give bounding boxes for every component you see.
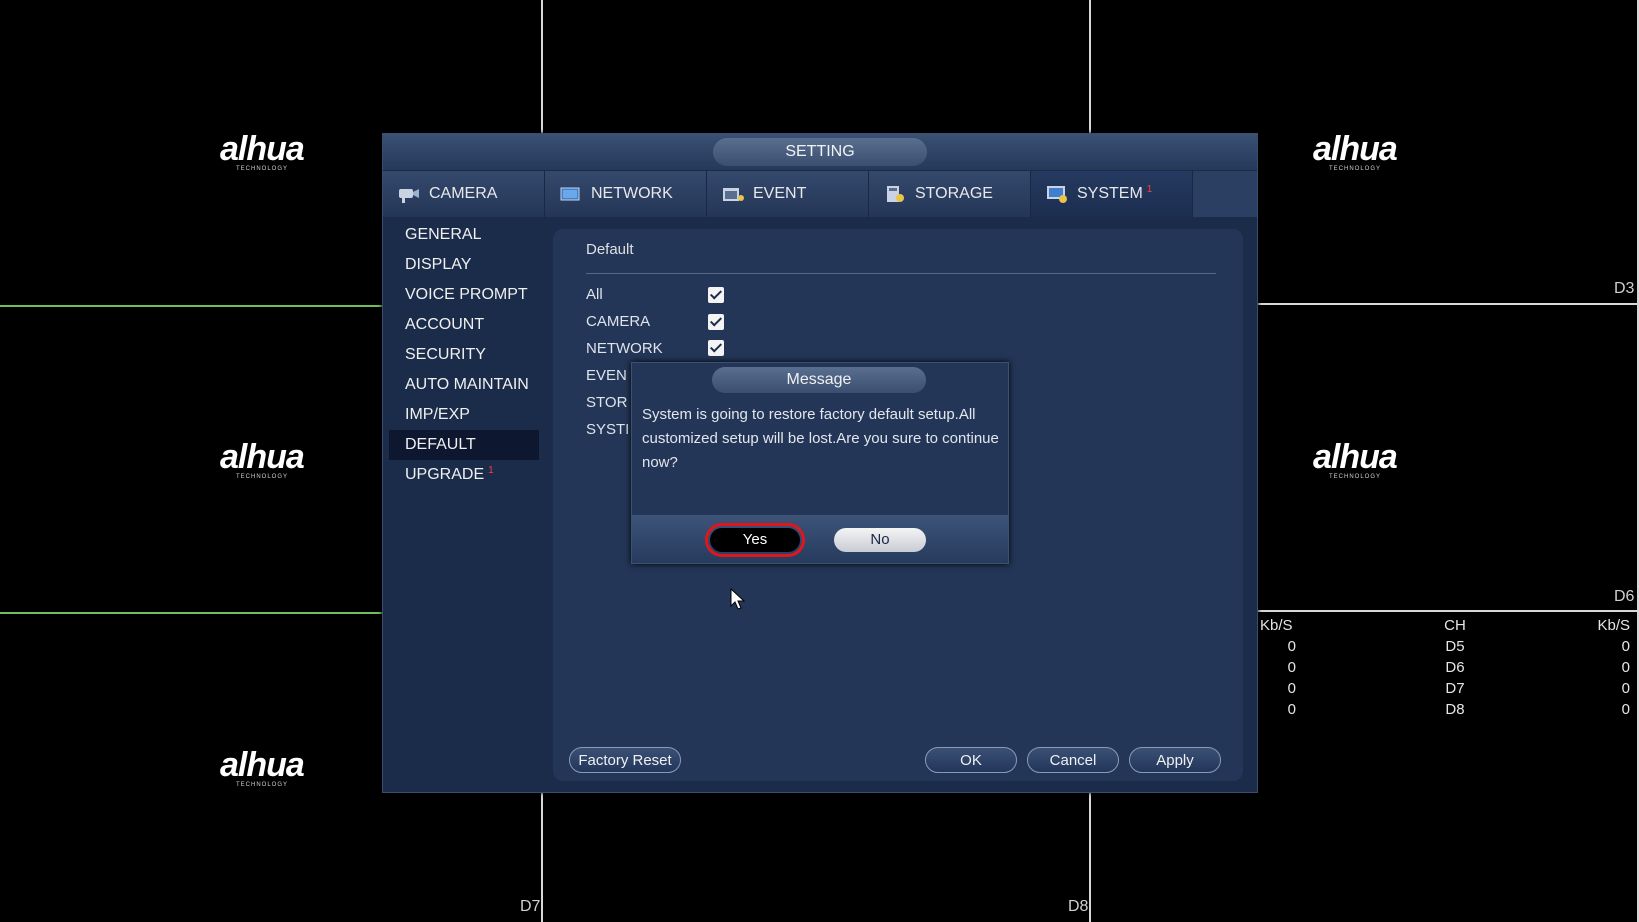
tab-label-text: SYSTEM: [1077, 185, 1143, 202]
logo-text: alhua: [220, 438, 305, 476]
logo-text: alhua: [1313, 130, 1398, 168]
camera-icon: [399, 189, 419, 203]
grid-line: [1089, 792, 1091, 922]
sidebar-menu: GENERAL DISPLAY VOICE PROMPT ACCOUNT SEC…: [389, 220, 539, 490]
tab-camera[interactable]: CAMERA: [383, 171, 545, 217]
stats-header-row: Kb/S CH Kb/S: [1260, 617, 1630, 638]
logo-subtext: TECHNOLOGY: [1329, 474, 1382, 480]
notification-badge: 1: [488, 465, 494, 476]
tab-label: CAMERA: [429, 185, 498, 202]
apply-button[interactable]: Apply: [1129, 747, 1221, 773]
yes-button[interactable]: Yes: [705, 523, 805, 557]
dvr-screen: alhua TECHNOLOGY alhua TECHNOLOGY alhua …: [0, 0, 1639, 922]
stats-cell: 0: [1287, 701, 1296, 718]
sidebar-item-imp-exp[interactable]: IMP/EXP: [389, 400, 539, 430]
no-button[interactable]: No: [834, 528, 926, 552]
tab-label: STORAGE: [915, 185, 993, 202]
grid-line: [0, 305, 382, 307]
stats-cell: 0: [1621, 659, 1630, 676]
dahua-logo: alhua TECHNOLOGY: [1313, 130, 1433, 178]
checkbox-network[interactable]: [708, 340, 724, 356]
sidebar-item-security[interactable]: SECURITY: [389, 340, 539, 370]
divider: [586, 273, 1216, 274]
logo-subtext: TECHNOLOGY: [1329, 166, 1382, 172]
mouse-cursor-icon: [730, 588, 746, 610]
event-icon: [723, 188, 744, 201]
stats-row: 0 D5 0: [1260, 638, 1630, 659]
message-text: System is going to restore factory defau…: [642, 406, 999, 471]
tab-label: SYSTEM 1: [1077, 171, 1152, 219]
grid-line: [541, 792, 543, 922]
stats-cell: 0: [1621, 638, 1630, 655]
sidebar-item-display[interactable]: DISPLAY: [389, 250, 539, 280]
sidebar-item-general[interactable]: GENERAL: [389, 220, 539, 250]
grid-line: [1089, 0, 1091, 133]
stats-row: 0 D8 0: [1260, 701, 1630, 722]
tab-label: NETWORK: [591, 185, 673, 202]
logo-text: alhua: [220, 746, 305, 784]
grid-line: [1256, 303, 1639, 305]
tab-label: EVENT: [753, 185, 807, 202]
message-dialog: Message System is going to restore facto…: [631, 362, 1009, 564]
stats-row: 0 D7 0: [1260, 680, 1630, 701]
logo-subtext: TECHNOLOGY: [236, 474, 289, 480]
logo-text: alhua: [220, 130, 305, 168]
setting-titlebar: SETTING: [383, 134, 1257, 170]
dahua-logo: alhua TECHNOLOGY: [220, 438, 340, 486]
stats-cell: D5: [1445, 638, 1465, 655]
grid-line: [0, 612, 382, 614]
grid-line: [1256, 610, 1639, 612]
stats-header: Kb/S: [1260, 617, 1293, 634]
setting-title: SETTING: [713, 138, 927, 166]
tab-storage[interactable]: STORAGE: [869, 171, 1031, 217]
stats-cell: D6: [1445, 659, 1465, 676]
factory-reset-button[interactable]: Factory Reset: [569, 747, 681, 773]
bitrate-stats-table: Kb/S CH Kb/S 0 D5 0 0 D6 0 0 D7 0 0 D8 0: [1260, 617, 1630, 722]
system-icon: [1047, 186, 1067, 203]
stats-header: CH: [1444, 617, 1466, 634]
section-title: Default: [586, 241, 634, 258]
storage-icon: [887, 186, 904, 202]
stats-cell: 0: [1287, 659, 1296, 676]
dahua-logo: alhua TECHNOLOGY: [1313, 438, 1433, 486]
sidebar-item-label: UPGRADE: [405, 466, 485, 483]
stats-header: Kb/S: [1597, 617, 1630, 634]
message-title: Message: [712, 367, 926, 393]
main-tabs: CAMERA NETWORK EVENT STORAGE SYSTEM 1: [383, 171, 1257, 217]
stats-row: 0 D6 0: [1260, 659, 1630, 680]
sidebar-item-account[interactable]: ACCOUNT: [389, 310, 539, 340]
sidebar-item-auto-maintain[interactable]: AUTO MAINTAIN: [389, 370, 539, 400]
stats-cell: 0: [1287, 680, 1296, 697]
grid-line: [541, 0, 543, 133]
channel-label-d7: D7: [520, 898, 541, 915]
logo-subtext: TECHNOLOGY: [236, 782, 289, 788]
sidebar-item-upgrade[interactable]: UPGRADE 1: [389, 460, 539, 490]
stats-cell: 0: [1621, 680, 1630, 697]
stats-cell: D8: [1445, 701, 1465, 718]
message-footer: Yes No: [632, 515, 1008, 563]
stats-cell: D7: [1445, 680, 1465, 697]
ok-button[interactable]: OK: [925, 747, 1017, 773]
channel-label-d8: D8: [1068, 898, 1089, 915]
dahua-logo: alhua TECHNOLOGY: [220, 746, 340, 794]
tab-network[interactable]: NETWORK: [545, 171, 707, 217]
sidebar-item-voice-prompt[interactable]: VOICE PROMPT: [389, 280, 539, 310]
stats-cell: 0: [1287, 638, 1296, 655]
sidebar-item-default[interactable]: DEFAULT: [389, 430, 539, 460]
tab-event[interactable]: EVENT: [707, 171, 869, 217]
network-icon: [560, 187, 580, 201]
channel-label-d3: D3: [1614, 280, 1635, 297]
channel-label-d6: D6: [1614, 588, 1635, 605]
logo-text: alhua: [1313, 438, 1398, 476]
notification-badge: 1: [1146, 184, 1153, 195]
checkbox-all[interactable]: [708, 287, 724, 303]
tab-system[interactable]: SYSTEM 1: [1031, 171, 1193, 217]
stats-cell: 0: [1621, 701, 1630, 718]
checkbox-camera[interactable]: [708, 314, 724, 330]
cancel-button[interactable]: Cancel: [1027, 747, 1119, 773]
logo-subtext: TECHNOLOGY: [236, 166, 289, 172]
dahua-logo: alhua TECHNOLOGY: [220, 130, 340, 178]
